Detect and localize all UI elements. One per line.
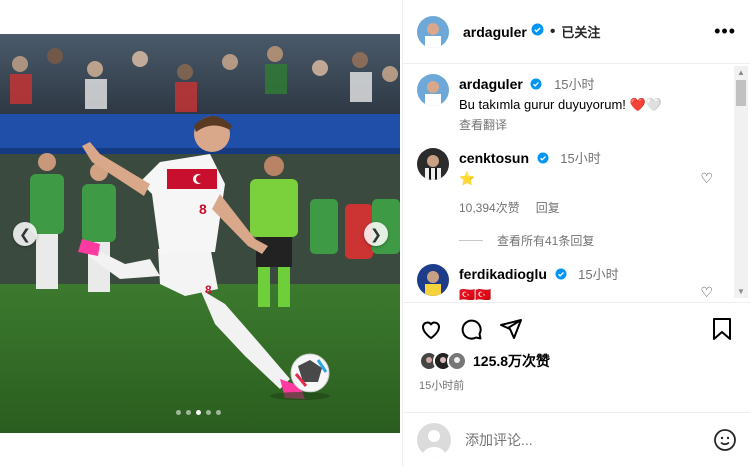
comment-item: ferdikadioglu 15小时 🇹🇷🇹🇷: [417, 264, 717, 300]
commenter-avatar[interactable]: [417, 264, 449, 296]
chevron-right-icon: ❯: [370, 225, 382, 242]
commenter-username[interactable]: ardaguler: [459, 76, 523, 92]
carousel-dot: [176, 410, 181, 415]
comment-time[interactable]: 15小时: [560, 151, 600, 166]
caption-comment: ardaguler 15小时 Bu takımla gurur duyuyoru…: [417, 74, 717, 133]
comment-text: ⭐: [459, 171, 476, 187]
more-options-button[interactable]: •••: [714, 21, 736, 42]
post-sidebar: ardaguler • 已关注 ••• ardaguler 15小时 Bu ta…: [402, 0, 750, 466]
comment-text: 🇹🇷🇹🇷: [459, 287, 492, 300]
likes-row: 125.8万次赞: [419, 351, 550, 371]
view-replies-button[interactable]: 查看所有41条回复: [459, 232, 594, 249]
scroll-thumb[interactable]: [736, 80, 746, 106]
author-avatar[interactable]: [417, 15, 449, 48]
scroll-up-arrow-icon[interactable]: ▲: [737, 68, 745, 77]
comment-body: ferdikadioglu 15小时 🇹🇷🇹🇷: [459, 264, 619, 300]
author-username[interactable]: ardaguler: [463, 24, 527, 40]
like-heart-icon[interactable]: [419, 317, 443, 341]
see-translation-link[interactable]: 查看翻译: [459, 116, 662, 133]
bookmark-icon[interactable]: [711, 317, 733, 341]
commenter-username[interactable]: cenktosun: [459, 150, 529, 166]
post-actions: 125.8万次赞 15小时前: [403, 302, 750, 412]
comment-input[interactable]: [465, 431, 685, 448]
commenter-username[interactable]: ferdikadioglu: [459, 266, 547, 282]
carousel-dot: [216, 410, 221, 415]
comment-time[interactable]: 15小时: [554, 77, 594, 92]
svg-text:8: 8: [199, 201, 207, 217]
liker-avatar: [447, 351, 467, 371]
carousel-dot-active: [196, 410, 201, 415]
commenter-avatar[interactable]: [417, 148, 449, 180]
carousel-prev-button[interactable]: ❮: [13, 222, 37, 246]
reply-button[interactable]: 回复: [536, 199, 560, 216]
likes-count[interactable]: 125.8万次赞: [473, 351, 550, 371]
comment-bubble-icon[interactable]: [459, 317, 483, 341]
comment-meta: 10,394次赞 回复: [459, 199, 601, 216]
comment-body: ardaguler 15小时 Bu takımla gurur duyuyoru…: [459, 74, 662, 133]
replies-divider: [459, 240, 483, 241]
verified-badge-icon: [531, 23, 544, 41]
emoji-smiley-icon[interactable]: [713, 428, 737, 452]
comment-like-heart-icon[interactable]: ♡: [700, 170, 713, 187]
comment-body: cenktosun 15小时 ⭐ 10,394次赞 回复: [459, 148, 601, 216]
current-user-avatar: [417, 422, 451, 457]
separator-dot: •: [549, 22, 556, 40]
comment-like-heart-icon[interactable]: ♡: [700, 284, 713, 300]
comment-item: cenktosun 15小时 ⭐ 10,394次赞 回复: [417, 148, 717, 216]
chevron-left-icon: ❮: [19, 225, 31, 242]
comment-time[interactable]: 15小时: [578, 267, 618, 282]
comment-text: Bu takımla gurur duyuyorum! ❤️🤍: [459, 97, 662, 113]
post-timestamp[interactable]: 15小时前: [419, 377, 464, 393]
action-bar: [419, 317, 733, 341]
verified-badge-icon: [555, 268, 567, 283]
verified-badge-icon: [537, 152, 549, 167]
comments-scrollbar[interactable]: ▲ ▼: [734, 66, 748, 298]
post-media-pane: 8 8 ❮ ❯: [0, 0, 402, 466]
football-photo: 8 8: [0, 34, 400, 433]
scroll-down-arrow-icon[interactable]: ▼: [737, 287, 745, 296]
liker-avatars[interactable]: [419, 351, 467, 371]
carousel-next-button[interactable]: ❯: [364, 222, 388, 246]
carousel-dot: [186, 410, 191, 415]
follow-status-button[interactable]: 已关注: [561, 22, 600, 41]
comment-likes[interactable]: 10,394次赞: [459, 199, 520, 216]
share-paper-plane-icon[interactable]: [499, 317, 523, 341]
view-replies-label: 查看所有41条回复: [497, 234, 595, 248]
verified-badge-icon: [530, 78, 542, 93]
comments-list: ardaguler 15小时 Bu takımla gurur duyuyoru…: [403, 64, 750, 300]
carousel-indicator: [176, 410, 221, 415]
add-comment-bar: [403, 412, 750, 466]
carousel-dot: [206, 410, 211, 415]
post-header: ardaguler • 已关注 •••: [403, 0, 750, 64]
commenter-avatar[interactable]: [417, 74, 449, 106]
post-photo[interactable]: 8 8: [0, 34, 400, 433]
